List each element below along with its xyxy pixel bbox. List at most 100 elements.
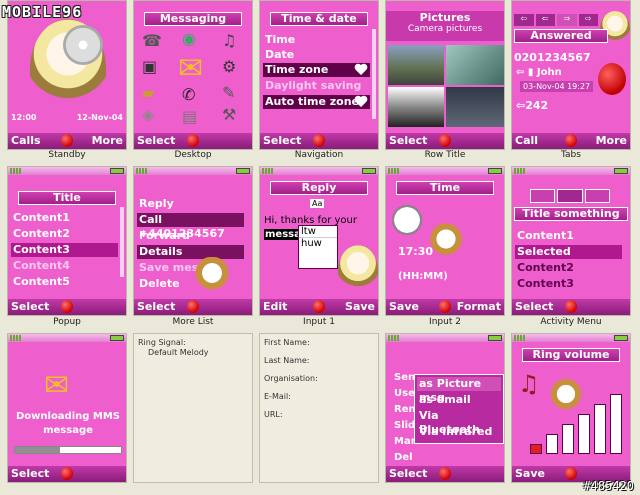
send-option-picture[interactable]: as Picture msg [417, 377, 501, 404]
softkey-calls[interactable]: Calls [11, 133, 41, 149]
menu-item-time[interactable]: Time [263, 33, 370, 47]
apple-icon [598, 63, 626, 95]
scrollbar[interactable] [120, 207, 124, 277]
popup-item[interactable]: Content1 [11, 211, 118, 225]
status-bar [512, 167, 630, 175]
softkey-save[interactable]: Save [389, 299, 419, 315]
suggestion-list: ltw huw [298, 225, 338, 269]
field-url[interactable]: URL: [264, 410, 283, 420]
popup-item[interactable]: Content4 [11, 259, 118, 273]
softkey-select[interactable]: Select [263, 133, 301, 149]
softkey-select[interactable]: Select [515, 299, 553, 315]
apple-icon [439, 300, 451, 313]
apple-icon [61, 134, 73, 147]
input1-title: Reply [270, 181, 368, 195]
field-first-name[interactable]: First Name: [264, 338, 310, 348]
signal-icon [262, 168, 274, 174]
softkey-save[interactable]: Save [345, 299, 375, 315]
music-icon[interactable]: ♫ [222, 31, 236, 50]
current-word[interactable]: messa [264, 229, 302, 240]
popup-item-selected[interactable]: Content3 [11, 243, 118, 257]
tab-current[interactable]: ⇒ [557, 14, 577, 26]
signal-icon [136, 168, 148, 174]
field-organisation[interactable]: Organisation: [264, 374, 318, 384]
list-item-forward[interactable]: Forward [137, 229, 244, 243]
suggestion-item[interactable]: ltw [299, 226, 337, 237]
clock-icon [392, 205, 422, 235]
contact-name: ⇦ ▮ John [516, 67, 562, 78]
popup-item[interactable]: Content2 [11, 227, 118, 241]
scrollbar[interactable] [372, 29, 376, 119]
softkey-more[interactable]: More [92, 133, 123, 149]
softkey-select[interactable]: Select [137, 299, 175, 315]
phonebook-icon[interactable]: ☎ [142, 31, 162, 50]
menu-item-date[interactable]: Date [263, 48, 370, 62]
activity-item[interactable]: Content2 [515, 261, 622, 275]
internet-icon[interactable]: ◉ [182, 29, 196, 48]
activity-item-selected[interactable]: Selected [515, 245, 622, 259]
softkey-select[interactable]: Select [389, 466, 427, 482]
download-message: Downloading MMS message [15, 411, 121, 436]
signal-icon [388, 168, 400, 174]
softkey-bar: Select [512, 299, 630, 315]
softkey-select[interactable]: Select [137, 133, 175, 149]
folder-icon[interactable]: ▰ [142, 83, 154, 102]
activity-item[interactable]: Content1 [515, 229, 622, 243]
softkey-select[interactable]: Select [11, 466, 49, 482]
thumbnail-people[interactable] [388, 87, 444, 127]
signal-icon [10, 335, 22, 341]
volume-bars[interactable] [530, 390, 626, 454]
caption-tabs: Tabs [561, 150, 581, 160]
time-format: (HH:MM) [398, 271, 448, 282]
softkey-bar: Select [134, 299, 252, 315]
screen-input-1: Reply Aa Hi, thanks for your messa ltw h… [259, 166, 379, 316]
list-item-details[interactable]: Details [137, 245, 244, 259]
field-last-name[interactable]: Last Name: [264, 356, 310, 366]
send-option-infrared[interactable]: Via infrared [417, 425, 501, 439]
tab-next[interactable]: ⇨ [578, 14, 598, 26]
tab-back[interactable]: ⇦ [514, 14, 534, 26]
send-option-email[interactable]: as email [417, 393, 501, 407]
ring-signal-label: Ring Signal: [138, 338, 186, 347]
watermark: #485420 [583, 479, 634, 493]
activity-tab[interactable] [557, 189, 583, 203]
menu-item-daylight-saving[interactable]: Daylight saving [263, 79, 370, 93]
camera-icon[interactable]: ▣ [142, 57, 157, 76]
softkey-call[interactable]: Call [515, 133, 538, 149]
softkey-save[interactable]: Save [515, 466, 545, 482]
calls-icon[interactable]: ✆ [182, 85, 195, 104]
list-item-call[interactable]: Call +4401234567 [137, 213, 244, 240]
ring-signal-value[interactable]: Default Melody [148, 348, 209, 358]
popup-item[interactable]: Content5 [11, 275, 118, 289]
activity-tab[interactable] [584, 189, 610, 203]
organizer-icon[interactable]: ▤ [182, 107, 197, 126]
softkey-select[interactable]: Select [11, 299, 49, 315]
caption-activity-menu: Activity Menu [540, 317, 602, 327]
thumbnail-city[interactable] [446, 87, 504, 127]
connect-icon[interactable]: ⚒ [222, 105, 236, 124]
softkey-select[interactable]: Select [389, 133, 427, 149]
suggestion-item[interactable]: huw [299, 237, 337, 249]
field-email[interactable]: E-Mail: [264, 392, 291, 402]
softkey-more[interactable]: More [596, 133, 627, 149]
tools-icon[interactable]: ⚙ [222, 57, 236, 76]
softkey-edit[interactable]: Edit [263, 299, 287, 315]
apple-icon [187, 134, 199, 147]
list-item-reply[interactable]: Reply [137, 197, 244, 211]
messaging-icon[interactable]: ✉ [178, 51, 203, 86]
signal-icon [10, 168, 22, 174]
desktop-icon-grid: ☎ ◉ ♫ ▣ ✉ ⚙ ▰ ✆ ✎ ◈ ▤ ⚒ [142, 29, 246, 126]
thumbnail-street[interactable] [388, 45, 444, 85]
activity-tab[interactable] [530, 189, 556, 203]
tab-prev[interactable]: ⇐ [535, 14, 555, 26]
activity-item[interactable]: Content3 [515, 277, 622, 291]
screen-activity-menu: Title something Content1 Selected Conten… [511, 166, 631, 316]
battery-icon [488, 335, 502, 341]
apple-icon [439, 134, 451, 147]
call-count: ⇦242 [516, 99, 549, 112]
thumbnail-building[interactable] [446, 45, 504, 85]
softkey-format[interactable]: Format [457, 299, 501, 315]
games-icon[interactable]: ◈ [142, 105, 154, 124]
settings-icon[interactable]: ✎ [222, 83, 235, 102]
send-option-bluetooth[interactable]: Via Bluetooth [417, 409, 501, 436]
